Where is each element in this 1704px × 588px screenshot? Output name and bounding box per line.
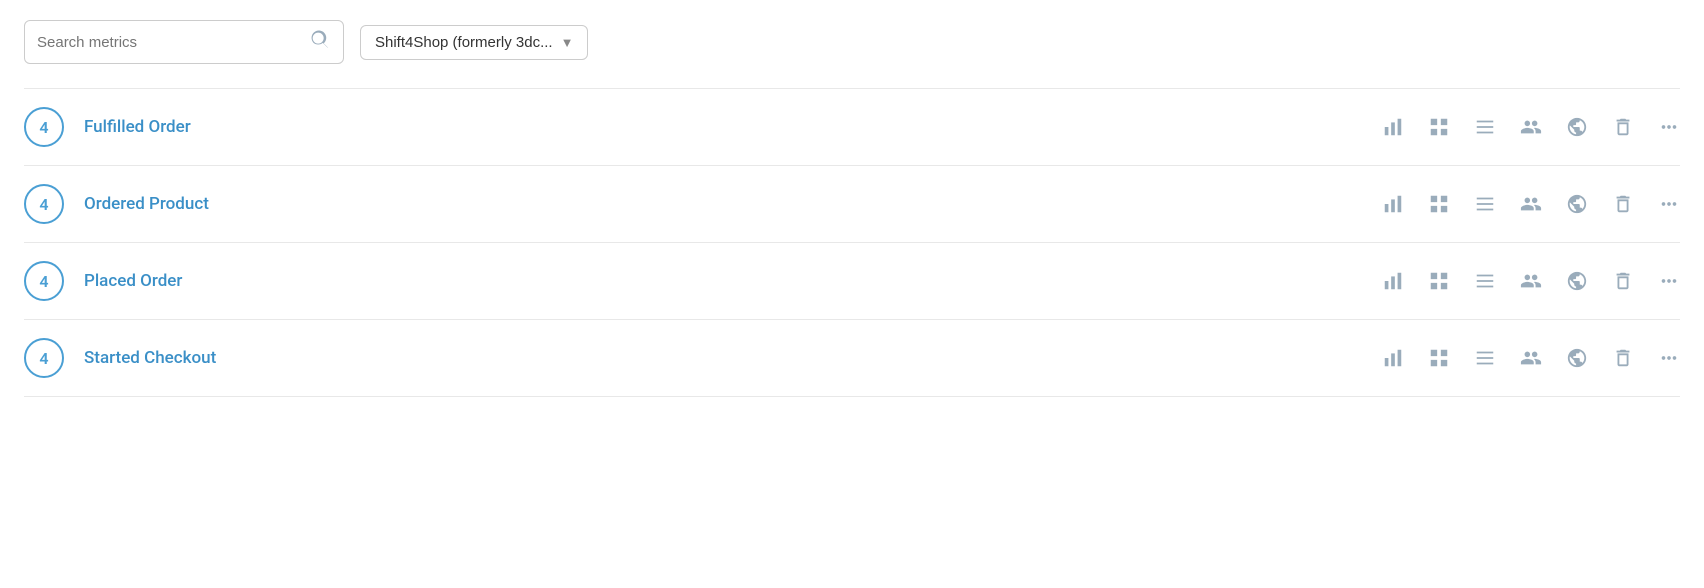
- list-icon[interactable]: [1474, 270, 1496, 292]
- dropdown-label: Shift4Shop (formerly 3dc...: [375, 34, 553, 51]
- search-input[interactable]: [37, 34, 309, 51]
- globe-icon[interactable]: [1566, 116, 1588, 138]
- delete-icon[interactable]: [1612, 116, 1634, 138]
- delete-icon[interactable]: [1612, 270, 1634, 292]
- more-icon[interactable]: [1658, 193, 1680, 215]
- users-icon[interactable]: [1520, 270, 1542, 292]
- more-icon[interactable]: [1658, 347, 1680, 369]
- list-icon[interactable]: [1474, 116, 1496, 138]
- metrics-list: 4 Fulfilled Order: [24, 88, 1680, 397]
- chevron-down-icon: ▼: [561, 35, 574, 50]
- globe-icon[interactable]: [1566, 270, 1588, 292]
- search-box: [24, 20, 344, 64]
- search-icon[interactable]: [309, 29, 331, 55]
- grid-icon[interactable]: [1428, 270, 1450, 292]
- source-dropdown[interactable]: Shift4Shop (formerly 3dc... ▼: [360, 25, 588, 60]
- delete-icon[interactable]: [1612, 193, 1634, 215]
- bar-chart-icon[interactable]: [1382, 193, 1404, 215]
- metric-badge: 4: [24, 261, 64, 301]
- metric-badge: 4: [24, 338, 64, 378]
- metric-actions: [1382, 193, 1680, 215]
- list-icon[interactable]: [1474, 193, 1496, 215]
- globe-icon[interactable]: [1566, 347, 1588, 369]
- metric-name[interactable]: Ordered Product: [84, 194, 1382, 214]
- delete-icon[interactable]: [1612, 347, 1634, 369]
- metric-actions: [1382, 270, 1680, 292]
- metric-name[interactable]: Started Checkout: [84, 348, 1382, 368]
- bar-chart-icon[interactable]: [1382, 270, 1404, 292]
- grid-icon[interactable]: [1428, 116, 1450, 138]
- metric-badge: 4: [24, 107, 64, 147]
- users-icon[interactable]: [1520, 116, 1542, 138]
- table-row: 4 Ordered Product: [24, 166, 1680, 243]
- toolbar: Shift4Shop (formerly 3dc... ▼: [24, 20, 1680, 64]
- grid-icon[interactable]: [1428, 193, 1450, 215]
- metric-name[interactable]: Fulfilled Order: [84, 117, 1382, 137]
- globe-icon[interactable]: [1566, 193, 1588, 215]
- metric-actions: [1382, 347, 1680, 369]
- bar-chart-icon[interactable]: [1382, 116, 1404, 138]
- list-icon[interactable]: [1474, 347, 1496, 369]
- table-row: 4 Placed Order: [24, 243, 1680, 320]
- users-icon[interactable]: [1520, 347, 1542, 369]
- table-row: 4 Started Checkout: [24, 320, 1680, 397]
- more-icon[interactable]: [1658, 116, 1680, 138]
- grid-icon[interactable]: [1428, 347, 1450, 369]
- bar-chart-icon[interactable]: [1382, 347, 1404, 369]
- metric-name[interactable]: Placed Order: [84, 271, 1382, 291]
- metric-badge: 4: [24, 184, 64, 224]
- users-icon[interactable]: [1520, 193, 1542, 215]
- table-row: 4 Fulfilled Order: [24, 88, 1680, 166]
- more-icon[interactable]: [1658, 270, 1680, 292]
- metric-actions: [1382, 116, 1680, 138]
